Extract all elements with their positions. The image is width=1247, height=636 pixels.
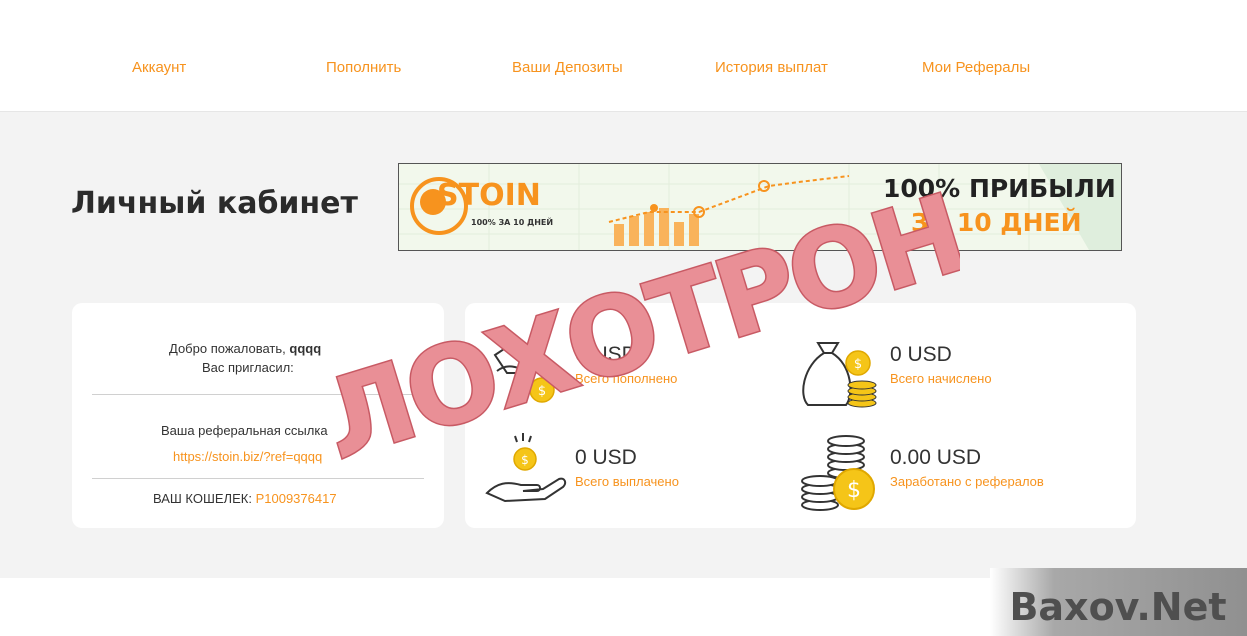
stat-paid-out-label: Всего выплачено [575, 474, 679, 489]
banner-headline: 100% ПРИБЫЛИ [883, 174, 1116, 203]
stat-deposited-value: 0 USD [575, 343, 637, 366]
promo-banner[interactable]: STOIN 100% ЗА 10 ДНЕЙ 100% ПРИБЫЛИ ЗА 10… [398, 163, 1122, 251]
stat-referral-earnings-value: 0.00 USD [890, 446, 982, 469]
stat-deposited-label: Всего пополнено [575, 371, 678, 386]
ref-link-label: Ваша реферальная ссылка [161, 423, 328, 438]
site-watermark: Baxov.Net [990, 568, 1247, 636]
stats-card: $ 0 USD Всего пополнено $ 0 USD Всего на… [465, 303, 1136, 528]
page-title: Личный кабинет [71, 186, 358, 221]
divider [92, 394, 424, 395]
hand-payout-icon: $ [485, 433, 567, 503]
nav-deposits[interactable]: Ваши Депозиты [512, 59, 623, 76]
wallet-row: ВАШ КОШЕЛЕК: P1009376417 [153, 491, 337, 506]
money-bag-icon: $ [802, 342, 877, 408]
nav-deposit[interactable]: Пополнить [326, 59, 401, 76]
stat-accrued-label: Всего начислено [890, 371, 992, 386]
coin-stack-icon: $ [801, 435, 875, 511]
nav-referrals[interactable]: Мои Рефералы [922, 59, 1030, 76]
banner-brand: STOIN [437, 178, 541, 213]
svg-text:$: $ [847, 478, 861, 503]
wallet-label: ВАШ КОШЕЛЕК: [153, 491, 252, 506]
hand-coin-icon: $ [493, 337, 555, 403]
stat-accrued-value: 0 USD [890, 343, 952, 366]
welcome-label: Добро пожаловать, qqqq [169, 341, 322, 356]
banner-tagline: 100% ЗА 10 ДНЕЙ [471, 218, 554, 227]
watermark-text: Baxov.Net [1009, 585, 1226, 629]
username: qqqq [289, 341, 322, 356]
svg-text:$: $ [521, 453, 529, 467]
svg-text:$: $ [538, 384, 546, 399]
top-navigation: Аккаунт Пополнить Ваши Депозиты История … [0, 0, 1247, 112]
ref-link[interactable]: https://stoin.biz/?ref=qqqq [173, 449, 322, 464]
account-card: Добро пожаловать, qqqq Вас пригласил: Ва… [72, 303, 444, 528]
svg-text:$: $ [854, 357, 862, 372]
invited-by-label: Вас пригласил: [202, 360, 294, 375]
nav-payout-history[interactable]: История выплат [715, 59, 828, 76]
divider [92, 478, 424, 479]
wallet-number: P1009376417 [255, 491, 337, 506]
stat-referral-earnings-label: Заработано с рефералов [890, 474, 1044, 489]
stat-paid-out-value: 0 USD [575, 446, 637, 469]
banner-subheadline: ЗА 10 ДНЕЙ [911, 208, 1082, 237]
nav-account[interactable]: Аккаунт [132, 59, 186, 76]
